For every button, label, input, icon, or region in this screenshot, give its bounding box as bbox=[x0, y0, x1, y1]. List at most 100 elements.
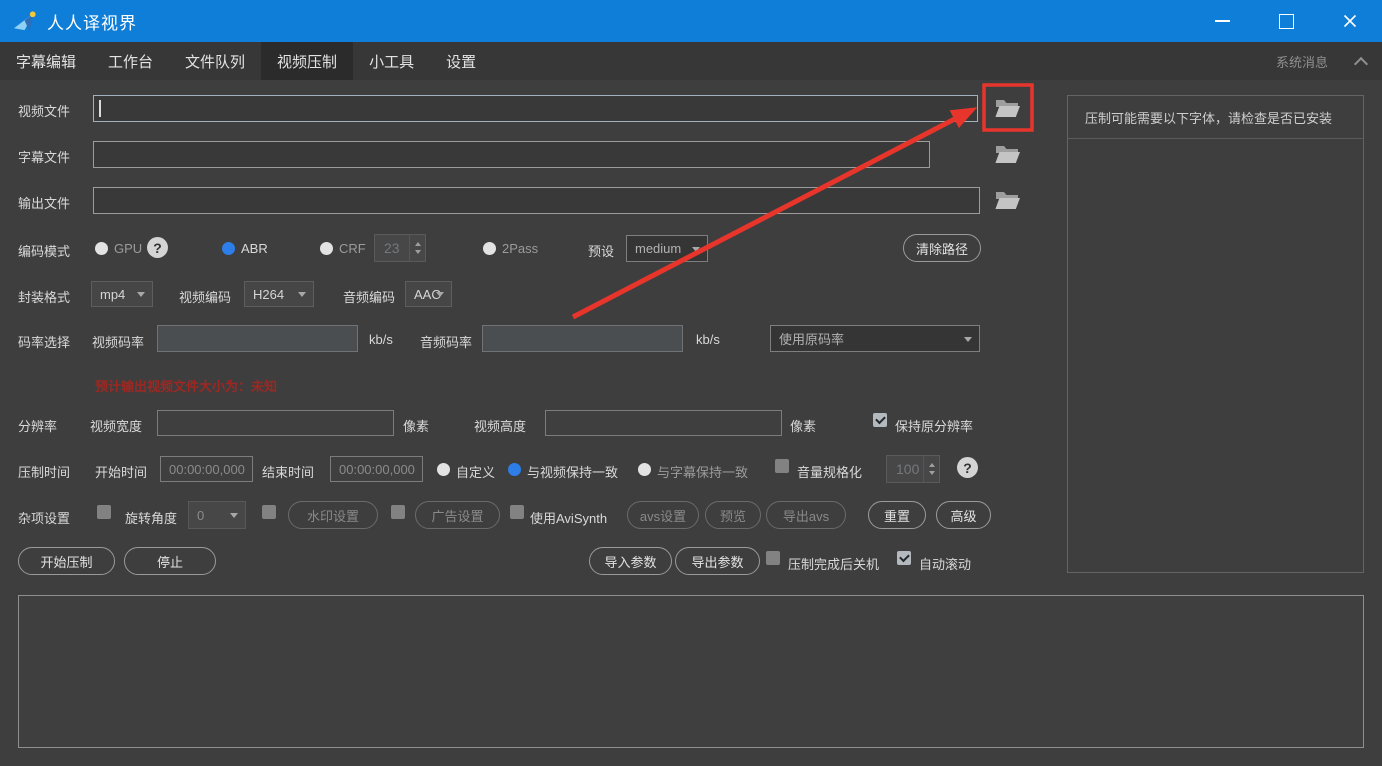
auto-scroll-checkbox[interactable] bbox=[897, 551, 911, 565]
video-file-browse-folder-icon[interactable] bbox=[993, 96, 1021, 120]
auto-scroll-label[interactable]: 自动滚动 bbox=[919, 554, 971, 573]
radio-2pass-label[interactable]: 2Pass bbox=[502, 241, 538, 256]
rotate-checkbox[interactable] bbox=[97, 505, 111, 519]
radio-abr-label[interactable]: ABR bbox=[241, 241, 268, 256]
tab-file-queue[interactable]: 文件队列 bbox=[169, 42, 261, 80]
radio-follow-video[interactable] bbox=[508, 463, 521, 476]
volume-normalize-label[interactable]: 音量规格化 bbox=[797, 462, 862, 481]
preview-button[interactable]: 预览 bbox=[705, 501, 761, 529]
tab-workbench[interactable]: 工作台 bbox=[92, 42, 169, 80]
preset-label: 预设 bbox=[588, 241, 614, 260]
maximize-button[interactable] bbox=[1254, 0, 1318, 42]
crf-value-spinner[interactable]: 23 bbox=[374, 234, 426, 262]
video-codec-dropdown[interactable]: H264 bbox=[244, 281, 314, 307]
stop-button[interactable]: 停止 bbox=[124, 547, 216, 575]
start-compress-button[interactable]: 开始压制 bbox=[18, 547, 115, 575]
avisynth-label[interactable]: 使用AviSynth bbox=[530, 508, 607, 527]
radio-abr[interactable] bbox=[222, 242, 235, 255]
crf-value: 23 bbox=[384, 240, 400, 256]
output-file-input[interactable] bbox=[93, 187, 980, 214]
video-bitrate-input[interactable] bbox=[157, 325, 358, 352]
video-width-input[interactable] bbox=[157, 410, 394, 436]
video-file-input[interactable] bbox=[93, 95, 978, 122]
window-controls bbox=[1190, 0, 1382, 42]
audio-bitrate-unit: kb/s bbox=[696, 332, 720, 347]
avisynth-checkbox[interactable] bbox=[510, 505, 524, 519]
container-format-label: 封装格式 bbox=[18, 287, 70, 306]
tab-settings[interactable]: 设置 bbox=[430, 42, 492, 80]
chevron-down-icon bbox=[964, 337, 972, 342]
chevron-up-icon[interactable] bbox=[1354, 57, 1368, 71]
start-time-field[interactable]: 00:00:00,000 bbox=[160, 456, 253, 482]
advanced-button[interactable]: 高级 bbox=[936, 501, 991, 529]
output-file-browse-folder-icon[interactable] bbox=[993, 188, 1021, 212]
log-output-area[interactable] bbox=[18, 595, 1364, 748]
subtitle-file-browse-folder-icon[interactable] bbox=[993, 142, 1021, 166]
chevron-down-icon bbox=[230, 513, 238, 518]
minimize-icon bbox=[1215, 20, 1230, 22]
volume-help-icon[interactable]: ? bbox=[957, 457, 978, 478]
radio-follow-subtitle-label[interactable]: 与字幕保持一致 bbox=[657, 462, 748, 481]
shutdown-after-label[interactable]: 压制完成后关机 bbox=[788, 554, 879, 573]
radio-crf-label[interactable]: CRF bbox=[339, 241, 366, 256]
subtitle-file-input[interactable] bbox=[93, 141, 930, 168]
radio-custom-time[interactable] bbox=[437, 463, 450, 476]
keep-original-resolution-label[interactable]: 保持原分辨率 bbox=[895, 416, 973, 435]
video-width-label: 视频宽度 bbox=[90, 416, 142, 435]
export-avs-button[interactable]: 导出avs bbox=[766, 501, 846, 529]
reset-button[interactable]: 重置 bbox=[868, 501, 926, 529]
watermark-settings-button[interactable]: 水印设置 bbox=[288, 501, 378, 529]
preset-value: medium bbox=[635, 241, 681, 256]
radio-crf[interactable] bbox=[320, 242, 333, 255]
radio-follow-video-label[interactable]: 与视频保持一致 bbox=[527, 462, 618, 481]
resolution-section-label: 分辨率 bbox=[18, 416, 57, 435]
video-bitrate-unit: kb/s bbox=[369, 332, 393, 347]
shutdown-after-checkbox[interactable] bbox=[766, 551, 780, 565]
tab-subtitle-edit[interactable]: 字幕编辑 bbox=[0, 42, 92, 80]
audio-codec-label: 音频编码 bbox=[343, 287, 395, 306]
rotate-angle-value: 0 bbox=[197, 508, 204, 523]
audio-bitrate-input[interactable] bbox=[482, 325, 683, 352]
end-time-label: 结束时间 bbox=[262, 462, 314, 481]
fonts-panel: 压制可能需要以下字体，请检查是否已安装 bbox=[1067, 95, 1364, 573]
tab-video-compress[interactable]: 视频压制 bbox=[261, 42, 353, 80]
radio-gpu-label[interactable]: GPU bbox=[114, 241, 142, 256]
volume-normalize-checkbox[interactable] bbox=[775, 459, 789, 473]
watermark-checkbox[interactable] bbox=[262, 505, 276, 519]
system-message-button[interactable]: 系统消息 bbox=[1276, 42, 1328, 80]
end-time-field[interactable]: 00:00:00,000 bbox=[330, 456, 423, 482]
chevron-down-icon bbox=[137, 292, 145, 297]
container-format-value: mp4 bbox=[100, 287, 125, 302]
tab-tools[interactable]: 小工具 bbox=[353, 42, 430, 80]
subtitle-file-label: 字幕文件 bbox=[18, 147, 70, 166]
encode-mode-label: 编码模式 bbox=[18, 241, 70, 260]
rotate-angle-dropdown[interactable]: 0 bbox=[188, 501, 246, 529]
bitrate-mode-dropdown[interactable]: 使用原码率 bbox=[770, 325, 980, 352]
video-compress-panel: 视频文件 字幕文件 输出文件 编码模式 GPU ? ABR CRF 23 bbox=[0, 80, 1382, 766]
radio-follow-subtitle[interactable] bbox=[638, 463, 651, 476]
keep-original-resolution-checkbox[interactable] bbox=[873, 413, 887, 427]
radio-custom-time-label[interactable]: 自定义 bbox=[456, 462, 495, 481]
ad-settings-button[interactable]: 广告设置 bbox=[415, 501, 500, 529]
volume-value-spinner[interactable]: 100 bbox=[886, 455, 940, 483]
import-params-button[interactable]: 导入参数 bbox=[589, 547, 672, 575]
export-params-button[interactable]: 导出参数 bbox=[675, 547, 760, 575]
close-button[interactable] bbox=[1318, 0, 1382, 42]
maximize-icon bbox=[1279, 14, 1294, 29]
ad-checkbox[interactable] bbox=[391, 505, 405, 519]
audio-codec-dropdown[interactable]: AAC bbox=[405, 281, 452, 307]
radio-gpu[interactable] bbox=[95, 242, 108, 255]
video-codec-label: 视频编码 bbox=[179, 287, 231, 306]
main-tabbar: 字幕编辑 工作台 文件队列 视频压制 小工具 设置 系统消息 bbox=[0, 42, 1382, 80]
spinner-arrows-icon[interactable] bbox=[923, 456, 939, 482]
titlebar: 人人译视界 bbox=[0, 0, 1382, 42]
clear-path-button[interactable]: 清除路径 bbox=[903, 234, 981, 262]
gpu-help-icon[interactable]: ? bbox=[147, 237, 168, 258]
radio-2pass[interactable] bbox=[483, 242, 496, 255]
container-format-dropdown[interactable]: mp4 bbox=[91, 281, 153, 307]
spinner-arrows-icon[interactable] bbox=[409, 235, 425, 261]
preset-dropdown[interactable]: medium bbox=[626, 235, 708, 262]
avs-settings-button[interactable]: avs设置 bbox=[627, 501, 699, 529]
minimize-button[interactable] bbox=[1190, 0, 1254, 42]
video-height-input[interactable] bbox=[545, 410, 782, 436]
